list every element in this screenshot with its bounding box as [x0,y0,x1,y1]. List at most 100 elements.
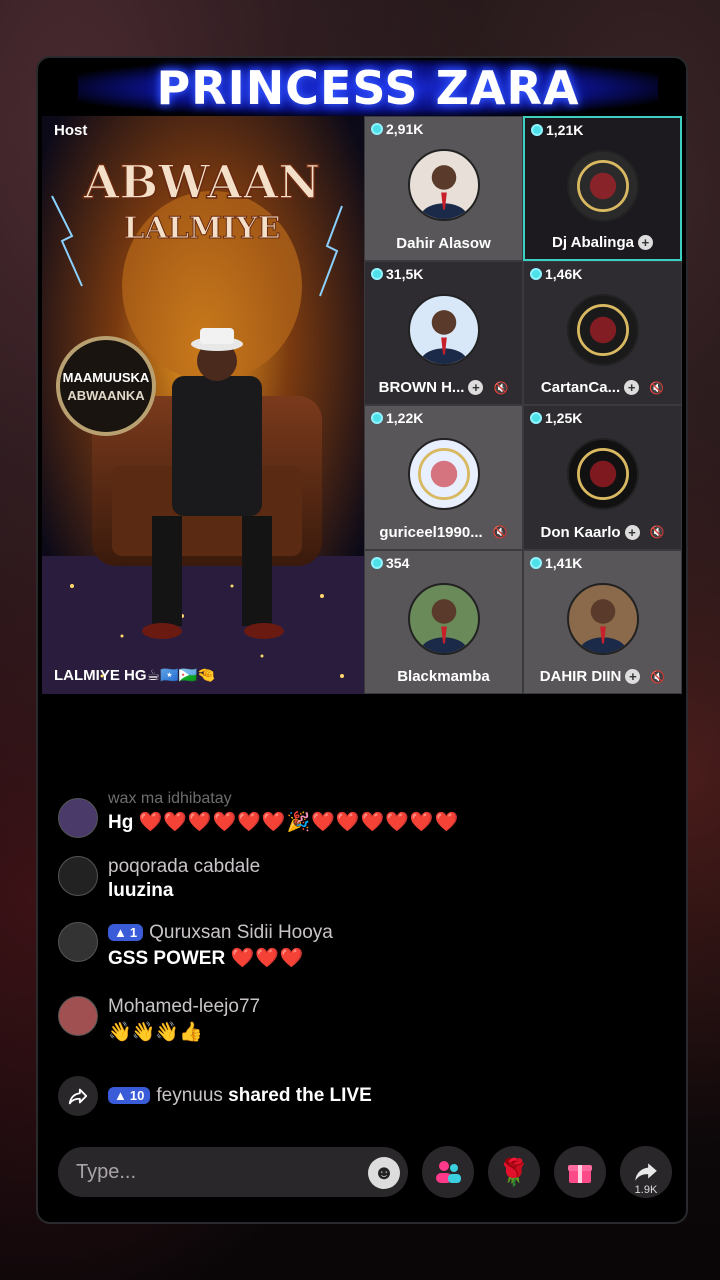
follow-plus-icon[interactable]: + [468,380,484,395]
follow-plus-icon[interactable]: + [624,524,640,540]
avatar[interactable] [58,922,98,962]
official-logo-icon[interactable] [407,438,480,510]
guest-name[interactable]: CartanCa... [541,379,620,396]
avatar[interactable] [58,996,98,1036]
guest-seat[interactable]: 1,21K Dj Abalinga + [523,116,682,261]
gem-icon [371,267,383,280]
share-event: ▲ 10 feynuus shared the LIVE [58,1076,372,1116]
person-icon[interactable] [407,149,480,221]
host-cover-art: ABWAAN LALMIYE MAAMUUSKA ABWAANKA [42,116,364,694]
gem-icon [530,556,542,569]
art-subtitle: LALMIYE [124,211,281,246]
chat-message: poqorada cabdale luuzina [58,856,260,902]
guest-coin-count: 2,91K [371,121,423,137]
host-label: Host [54,122,88,139]
gem-icon [531,124,543,136]
chat-message: ▲ 1 Quruxsan Sidii Hooya GSS POWER ❤️❤️❤️ [58,922,333,970]
guest-name[interactable]: BROWN H... [379,379,465,396]
guest-grid: 2,91K Dahir Alasow 1,21K Dj Abalinga +31,5K B… [364,116,682,694]
guest-seat[interactable]: 1,46K CartanCa... + 🔇 [523,260,682,405]
share-icon [58,1076,98,1116]
guest-seat[interactable]: 1,25K Don Kaarlo + 🔇 [523,405,682,550]
mic-muted-icon: 🔇 [650,669,666,684]
guest-coin-count: 1,25K [530,410,582,426]
rose-gift-button[interactable]: 🌹 [488,1146,540,1198]
chat-username[interactable]: wax ma idhibatay [108,790,459,808]
guest-name-row: Don Kaarlo + 🔇 [524,524,681,541]
guest-coin-count: 31,5K [371,266,423,282]
chat-emojis: ❤️❤️❤️❤️❤️❤️🎉❤️❤️❤️❤️❤️❤️ [138,812,460,833]
person-icon[interactable] [407,293,480,366]
guest-seat[interactable]: 1,41K DAHIR DIIN + 🔇 [523,549,682,694]
gift-button[interactable] [554,1146,606,1198]
chat-message: wax ma idhibatay Hg ❤️❤️❤️❤️❤️❤️🎉❤️❤️❤️❤… [58,790,460,838]
person-icon[interactable] [566,582,639,655]
chat-text: Hg [108,812,134,833]
gem-icon [530,267,542,280]
guest-name-row: Dj Abalinga + [525,234,680,251]
chat-username[interactable]: Mohamed-leejo77 [108,996,260,1018]
guest-coin-count: 1,21K [531,122,583,138]
chat-emojis: 👋👋👋👍 [108,1022,203,1043]
badge-line1: MAAMUUSKA [63,370,150,385]
chat-message: Mohamed-leejo77 👋👋👋👍 [58,996,260,1044]
guest-coin-count: 354 [371,555,409,571]
avatar[interactable] [58,798,98,838]
guest-name[interactable]: DAHIR DIIN [540,668,622,685]
gem-icon [530,412,542,424]
mic-muted-icon: 🔇 [492,525,508,539]
gem-icon [371,556,383,569]
arsenal-logo-icon[interactable] [566,150,639,222]
mic-muted-icon: 🔇 [649,380,665,395]
mic-muted-icon: 🔇 [649,525,665,539]
guest-name-row: DAHIR DIIN + 🔇 [524,668,681,685]
gem-icon [371,123,383,135]
comment-box: ☻ [58,1147,408,1197]
stream-title-banner: PRINCESS ZARA [78,60,658,116]
art-title: ABWAAN [83,155,321,209]
guest-name[interactable]: guriceel1990... [379,524,482,541]
guest-name-row: BROWN H... + 🔇 [365,379,522,396]
follow-plus-icon[interactable]: + [624,380,640,395]
emoji-icon[interactable]: ☻ [368,1157,400,1189]
chat-text: luuzina [108,880,174,901]
guest-name-row: CartanCa... + 🔇 [524,379,681,396]
guest-seat[interactable]: 2,91K Dahir Alasow [364,116,523,261]
follow-plus-icon[interactable]: + [637,234,653,250]
chat-text: GSS POWER [108,948,226,969]
level-badge: ▲ 1 [108,924,144,942]
guest-name-row: guriceel1990... 🔇 [365,524,522,541]
guest-seat[interactable]: 354 Blackmamba [364,549,523,694]
chat-username[interactable]: Quruxsan Sidii Hooya [149,922,333,943]
guest-coin-count: 1,22K [371,410,423,426]
badge-logo-icon[interactable] [566,438,639,510]
host-video-panel[interactable]: ABWAAN LALMIYE MAAMUUSKA ABWAANKA Host L… [42,116,364,694]
follow-plus-icon[interactable]: + [625,669,641,684]
share-username[interactable]: feynuus [156,1085,223,1106]
avatar[interactable] [58,856,98,896]
rose-icon: 🌹 [497,1156,531,1187]
guest-name[interactable]: Don Kaarlo [541,524,621,541]
people-icon [436,1161,461,1183]
comment-input[interactable] [58,1147,408,1197]
guests-button[interactable] [422,1146,474,1198]
mic-muted-icon: 🔇 [493,380,509,395]
chat-emojis: ❤️❤️❤️ [230,948,305,969]
chat-username[interactable]: poqorada cabdale [108,856,260,878]
badge-logo-icon[interactable] [566,293,639,366]
guest-name[interactable]: Dj Abalinga [552,234,634,251]
guest-name[interactable]: Dahir Alasow [396,235,490,252]
guest-name-row: Dahir Alasow [365,235,522,252]
gift-icon [568,1165,592,1183]
guest-coin-count: 1,46K [530,266,582,282]
guest-seat[interactable]: 31,5K BROWN H... + 🔇 [364,260,523,405]
share-button[interactable]: 1.9K [620,1146,672,1198]
person-icon[interactable] [407,582,480,655]
host-name[interactable]: LALMIYE HG☕🇸🇴🇩🇯🤏 [54,666,216,684]
share-count: 1.9K [634,1184,658,1196]
bottom-bar: ☻ 🌹 1.9K [58,1144,672,1200]
guest-seat[interactable]: 1,22K guriceel1990... 🔇 [364,405,523,550]
guest-name[interactable]: Blackmamba [397,668,490,685]
badge-line2: ABWAANKA [67,388,145,403]
stream-title: PRINCESS ZARA [156,61,580,115]
